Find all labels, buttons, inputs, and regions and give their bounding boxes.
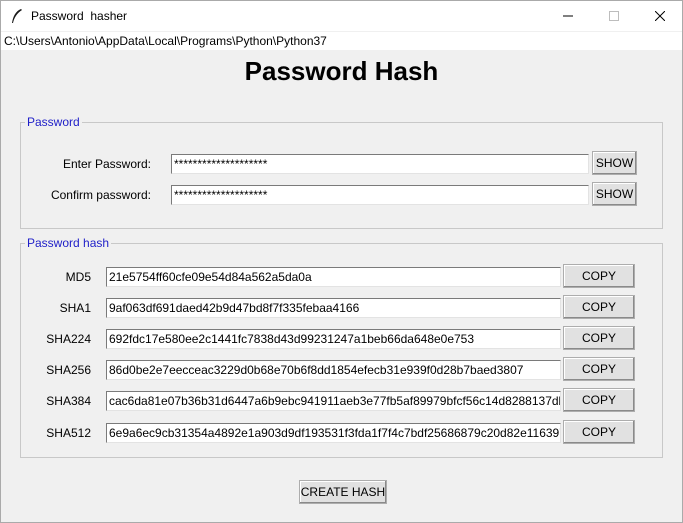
sha1-hash-field[interactable]: 9af063df691daed42b9d47bd8f7f335febaa4166 <box>106 298 561 318</box>
sha224-hash-field[interactable]: 692fdc17e580ee2c1441fc7838d43d99231247a1… <box>106 329 561 349</box>
copy-sha1-button[interactable]: COPY <box>563 295 635 319</box>
confirm-password-field[interactable] <box>171 185 589 205</box>
sha512-hash-field[interactable]: 6e9a6ec9cb31354a4892e1a903d9df193531f3fd… <box>106 423 561 443</box>
sha384-label: SHA384 <box>46 394 91 408</box>
show-enter-password-button[interactable]: SHOW <box>592 151 637 175</box>
enter-password-field[interactable] <box>171 154 589 174</box>
sha224-label: SHA224 <box>46 332 91 346</box>
password-group: Password <box>20 115 663 229</box>
copy-sha512-button[interactable]: COPY <box>563 420 635 444</box>
window-title: Password hasher <box>31 9 128 23</box>
app-window: Password hasher C:\Users\Antonio\AppData… <box>0 0 683 523</box>
sha256-label: SHA256 <box>46 363 91 377</box>
show-confirm-password-button[interactable]: SHOW <box>592 182 637 206</box>
enter-password-label: Enter Password: <box>62 157 151 171</box>
md5-hash-field[interactable]: 21e5754ff60cfe09e54d84a562a5da0a <box>106 267 561 287</box>
close-button[interactable] <box>637 1 683 31</box>
password-hash-group-legend: Password hash <box>25 236 112 250</box>
minimize-icon <box>563 15 573 17</box>
md5-label: MD5 <box>65 270 91 284</box>
minimize-button[interactable] <box>545 1 591 31</box>
copy-sha256-button[interactable]: COPY <box>563 357 635 381</box>
sha384-hash-field[interactable]: cac6da81e07b36b31d6447a6b9ebc941911aeb3e… <box>106 391 561 411</box>
maximize-button[interactable] <box>591 1 637 31</box>
feather-icon <box>12 9 22 23</box>
copy-sha224-button[interactable]: COPY <box>563 326 635 350</box>
confirm-password-label: Confirm password: <box>50 188 151 202</box>
page-title: Password Hash <box>244 56 439 86</box>
maximize-icon <box>609 11 619 21</box>
path-label: C:\Users\Antonio\AppData\Local\Programs\… <box>1 32 682 50</box>
sha256-hash-field[interactable]: 86d0be2e7eecceac3229d0b68e70b6f8dd1854ef… <box>106 360 561 380</box>
create-hash-button[interactable]: CREATE HASH <box>299 480 387 504</box>
sha512-label: SHA512 <box>46 426 91 440</box>
close-icon <box>655 11 665 21</box>
password-group-legend: Password <box>25 115 82 129</box>
sha1-label: SHA1 <box>59 301 91 315</box>
copy-md5-button[interactable]: COPY <box>563 264 635 288</box>
copy-sha384-button[interactable]: COPY <box>563 388 635 412</box>
title-bar[interactable]: Password hasher <box>1 1 682 31</box>
